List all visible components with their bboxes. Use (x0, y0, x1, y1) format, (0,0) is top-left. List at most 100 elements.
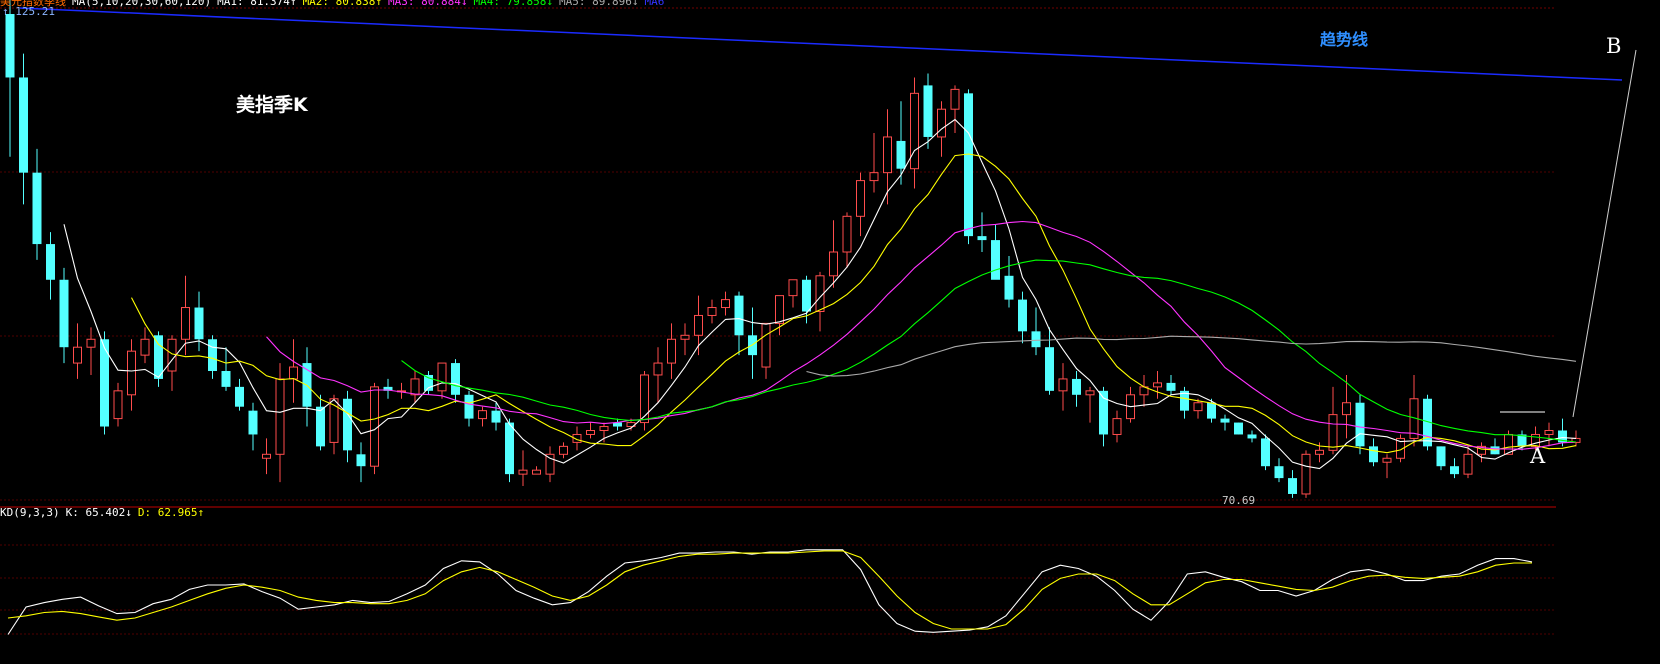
candle-body (86, 338, 96, 348)
candle-body (167, 338, 177, 372)
candle-body (1153, 382, 1162, 388)
candle-body (856, 180, 865, 217)
candle-body (275, 378, 285, 455)
candle-body (1193, 402, 1203, 412)
candle-body (1301, 453, 1311, 495)
candle-body (883, 136, 892, 174)
candle-body (667, 338, 676, 364)
candle-body (1112, 418, 1122, 435)
candle-body (775, 295, 784, 324)
candle-body (910, 92, 919, 170)
candle-body (1085, 390, 1095, 396)
candle-body (410, 378, 420, 396)
top-price-arrow-icon: ↑ (2, 5, 9, 18)
candle-body (896, 140, 906, 169)
candle-body (842, 215, 852, 253)
k-line (7, 549, 1533, 635)
candle-body (1450, 466, 1459, 475)
candle-body (289, 366, 298, 380)
ma6-label: MA6 (644, 0, 665, 8)
candle-body (559, 445, 568, 455)
candle-body (1018, 299, 1027, 332)
candle-body (518, 469, 528, 475)
candle-body (1355, 402, 1365, 447)
d-value: D: 62.965↑ (137, 506, 205, 519)
ma30-line (401, 259, 1577, 443)
kd-params: KD(9,3,3) (0, 506, 60, 519)
candle-body (46, 244, 55, 280)
candle-body (451, 363, 460, 395)
candle-body (1315, 449, 1324, 455)
candle-body (19, 77, 28, 173)
candle-body (761, 322, 771, 368)
candle-body (370, 386, 379, 467)
candlestick-series (5, 0, 1581, 498)
candle-body (1207, 402, 1216, 419)
candle-body (694, 314, 703, 336)
candle-body (1220, 418, 1230, 423)
candle-body (1328, 414, 1338, 451)
candle-body (964, 93, 973, 237)
candle-body (181, 307, 190, 340)
candle-body (653, 362, 663, 376)
point-b-label: B (1606, 34, 1622, 58)
kd-indicator (7, 549, 1533, 635)
ma3-value: MA3: 80.884↓ (388, 0, 468, 8)
candle-body (802, 279, 811, 312)
top-price-label: ↑ 125.21 (2, 5, 55, 18)
ma4-value: MA4: 79.858↓ (473, 0, 554, 8)
candle-body (235, 386, 244, 407)
candle-body (437, 362, 447, 392)
candle-body (1058, 378, 1068, 392)
candle-body (721, 299, 730, 309)
candle-body (1342, 402, 1351, 416)
a-b-line (1572, 49, 1637, 418)
candle-body (127, 350, 136, 396)
ma2-value: MA2: 80.838↑ (302, 0, 383, 8)
candle-body (1004, 275, 1014, 300)
candle-body (991, 240, 1000, 280)
candle-body (478, 410, 487, 420)
candle-body (1369, 446, 1378, 463)
trendline (19, 7, 1623, 81)
candle-body (1247, 434, 1257, 439)
candle-body (788, 279, 798, 297)
candle-body (923, 85, 933, 137)
candle-body (1234, 422, 1243, 435)
ma20-line (266, 220, 1577, 450)
candle-body (1045, 347, 1054, 391)
candle-body (32, 172, 42, 245)
candle-body (208, 339, 217, 371)
trendline-layer (19, 7, 1637, 418)
candle-body (316, 406, 325, 447)
candle-body (194, 307, 204, 340)
trendline-label: 趋势线 (1320, 30, 1369, 49)
candle-body (1463, 453, 1473, 475)
candle-body (464, 394, 474, 419)
ma-params: MA(5,10,20,30,60,120) (72, 0, 212, 8)
candle-body (113, 390, 123, 420)
candle-body (1261, 438, 1270, 467)
low-price-label: 70.69 (1222, 494, 1256, 507)
candle-body (491, 410, 501, 423)
candle-body (73, 346, 82, 364)
candle-body (532, 469, 541, 475)
candle-body (869, 172, 879, 182)
candle-body (356, 454, 366, 467)
candle-body (248, 410, 258, 435)
candle-body (1031, 331, 1041, 348)
candle-body (5, 14, 15, 78)
d-line (7, 550, 1532, 630)
candle-body (950, 88, 960, 110)
candle-body (221, 371, 231, 387)
candle-body (1382, 457, 1392, 463)
candle-body (545, 453, 555, 475)
candle-body (707, 307, 717, 316)
ma-header: 美元指数季线 MA(5,10,20,30,60,120) MA1: 81.374↑ M… (0, 0, 670, 8)
k-value: K: 65.402↓ (65, 506, 132, 519)
candle-body (586, 430, 595, 435)
candle-body (343, 398, 352, 451)
candle-body (1436, 446, 1446, 467)
kd-header: KD(9,3,3) K: 65.402↓ D: 62.965↑ (0, 507, 210, 519)
chart-title: 美指季K (236, 94, 308, 116)
